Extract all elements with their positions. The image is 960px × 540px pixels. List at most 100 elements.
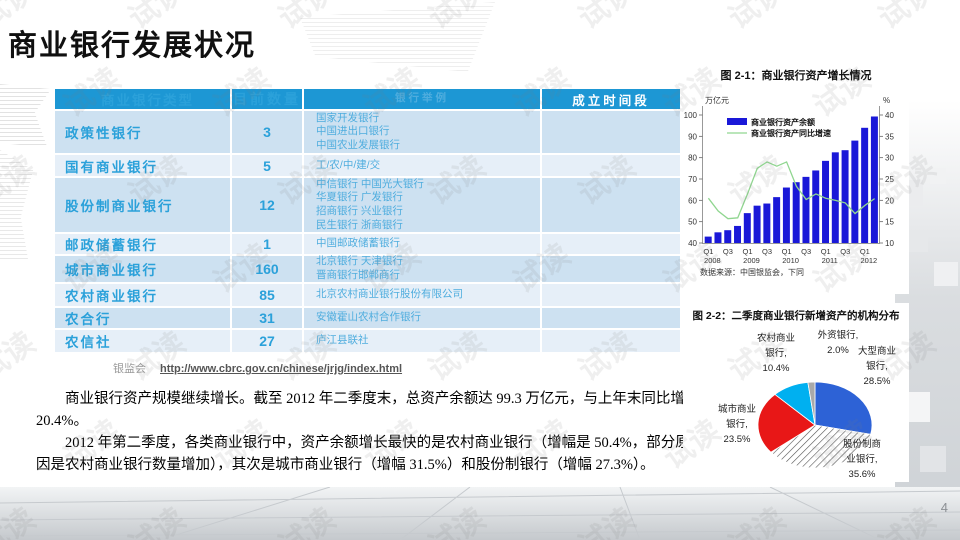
x-tick-quarter: Q1 (742, 247, 752, 256)
asset-distribution-svg: 大型商业银行,28.5%股份制商业银行,35.6%城市商业银行,23.5%农村商… (683, 303, 909, 482)
pie-slice-label: 农村商业银行,10.4% (757, 332, 795, 374)
page-number: 4 (941, 500, 948, 515)
watermark-text: 试读 (418, 0, 492, 37)
bank-type-cell: 国有商业银行 (55, 155, 230, 176)
bank-examples-cell: 中国邮政储蓄银行 (304, 234, 540, 254)
left-axis-unit: 万亿元 (705, 95, 729, 105)
bar (734, 226, 741, 243)
bank-examples-cell: 中信银行 中国光大银行 华夏银行 广发银行 招商银行 兴业银行 民生银行 浙商银… (304, 178, 540, 232)
header-bank-type: 商业银行类型 (55, 89, 230, 109)
establish-period-cell (542, 256, 680, 282)
right-axis-tick-label: 10 (885, 239, 894, 248)
page-title: 商业银行发展状况 (8, 22, 256, 64)
asset-growth-svg: 10090807060504040353025201510万亿元%商业银行资产余… (683, 62, 909, 294)
left-axis-tick-label: 40 (688, 239, 697, 248)
table-row: 政策性银行3国家开发银行 中国进出口银行 中国农业发展银行 (55, 111, 680, 153)
bank-count-cell: 12 (232, 178, 302, 232)
right-axis-tick-label: 25 (885, 175, 894, 184)
header-examples: 银行举例 (304, 89, 540, 109)
x-tick-quarter: Q1 (860, 247, 870, 256)
table-row: 国有商业银行5工/农/中/建/交 (55, 155, 680, 176)
hatch-decor (300, 2, 495, 72)
bank-count-cell: 31 (232, 308, 302, 328)
bank-type-cell: 农村商业银行 (55, 284, 230, 306)
source-label: 银监会 (113, 363, 146, 375)
bank-type-cell: 邮政储蓄银行 (55, 234, 230, 254)
watermark-text: 试读 (268, 0, 342, 37)
bank-examples-cell: 庐江县联社 (304, 330, 540, 352)
bar (842, 150, 849, 243)
left-axis-tick-label: 60 (688, 196, 697, 205)
worldmap-hatch-decor (0, 150, 46, 262)
establish-period-cell (542, 178, 680, 232)
bank-examples-cell: 国家开发银行 中国进出口银行 中国农业发展银行 (304, 111, 540, 153)
growth-line (708, 162, 874, 219)
bank-type-cell: 政策性银行 (55, 111, 230, 153)
chart-asset-distribution-panel: 图 2-2：二季度商业银行新增资产的机构分布 大型商业银行,28.5%股份制商业… (683, 303, 909, 482)
bar (744, 213, 751, 243)
bank-count-cell: 1 (232, 234, 302, 254)
chart-asset-growth-panel: 图 2-1：商业银行资产增长情况 10090807060504040353025… (683, 62, 909, 294)
establish-period-cell (542, 111, 680, 153)
bank-count-cell: 160 (232, 256, 302, 282)
bank-examples-cell: 北京农村商业银行股份有限公司 (304, 284, 540, 306)
source-line: 银监会 http://www.cbrc.gov.cn/chinese/jrjg/i… (113, 360, 402, 376)
legend-bar-label: 商业银行资产余额 (751, 117, 815, 127)
table-body: 政策性银行3国家开发银行 中国进出口银行 中国农业发展银行国有商业银行5工/农/… (55, 111, 680, 352)
table-row: 邮政储蓄银行1中国邮政储蓄银行 (55, 234, 680, 254)
bank-count-cell: 27 (232, 330, 302, 352)
x-tick-year: 2010 (782, 256, 799, 265)
bar (754, 206, 761, 243)
bank-examples-cell: 工/农/中/建/交 (304, 155, 540, 176)
header-count: 目前数量 (232, 89, 302, 109)
left-axis-tick-label: 100 (684, 111, 698, 120)
watermark-text: 试读 (868, 0, 942, 37)
left-axis-tick-label: 90 (688, 132, 697, 141)
bar (871, 116, 878, 243)
bar (783, 188, 790, 243)
floor-grid-lines (0, 487, 960, 540)
table-header-row: 商业银行类型 目前数量 银行举例 成立时间段 (55, 89, 680, 109)
table-row: 城市商业银行160北京银行 天津银行 晋商银行邯郸商行 (55, 256, 680, 282)
bank-type-cell: 农合行 (55, 308, 230, 328)
x-tick-quarter: Q1 (703, 247, 713, 256)
paragraph-2: 2012 年第二季度，各类商业银行中，资产余额增长最快的是农村商业银行（增幅是 … (36, 432, 702, 476)
bank-type-cell: 农信社 (55, 330, 230, 352)
right-axis-tick-label: 30 (885, 154, 894, 163)
right-axis-unit: % (883, 96, 890, 105)
bank-type-cell: 股份制商业银行 (55, 178, 230, 232)
right-axis-tick-label: 15 (885, 218, 894, 227)
watermark-text: 试读 (568, 0, 642, 37)
x-tick-quarter: Q1 (782, 247, 792, 256)
watermark-text: 试读 (718, 0, 792, 37)
bar (793, 182, 800, 243)
table-row: 农信社27庐江县联社 (55, 330, 680, 352)
bank-count-cell: 85 (232, 284, 302, 306)
bar (714, 232, 721, 243)
bar (812, 170, 819, 243)
watermark-text: 试读 (0, 319, 42, 389)
bar (724, 230, 731, 243)
header-period: 成立时间段 (542, 89, 680, 109)
establish-period-cell (542, 284, 680, 306)
x-tick-quarter: Q1 (821, 247, 831, 256)
x-tick-quarter: Q3 (723, 247, 733, 256)
left-axis-tick-label: 70 (688, 175, 697, 184)
paragraph-1: 商业银行资产规模继续增长。截至 2012 年二季度末，总资产余额达 99.3 万… (36, 388, 702, 432)
establish-period-cell (542, 234, 680, 254)
source-url-link[interactable]: http://www.cbrc.gov.cn/chinese/jrjg/inde… (160, 363, 402, 375)
right-axis-tick-label: 40 (885, 111, 894, 120)
body-text: 商业银行资产规模继续增长。截至 2012 年二季度末，总资产余额达 99.3 万… (36, 388, 702, 476)
legend-bar-swatch (727, 118, 747, 125)
bank-examples-cell: 北京银行 天津银行 晋商银行邯郸商行 (304, 256, 540, 282)
slide: 商业银行发展状况 商业银行类型 目前数量 银行举例 成立时间段 政策性银行3国家… (0, 0, 960, 540)
left-axis-tick-label: 80 (688, 154, 697, 163)
table-row: 农合行31安徽霍山农村合作银行 (55, 308, 680, 328)
right-axis-tick-label: 35 (885, 132, 894, 141)
table-row: 股份制商业银行12中信银行 中国光大银行 华夏银行 广发银行 招商银行 兴业银行… (55, 178, 680, 232)
bank-examples-cell: 安徽霍山农村合作银行 (304, 308, 540, 328)
pie-slice-label: 股份制商业银行,35.6% (843, 438, 881, 480)
x-tick-quarter: Q3 (840, 247, 850, 256)
bar (822, 161, 829, 243)
establish-period-cell (542, 308, 680, 328)
